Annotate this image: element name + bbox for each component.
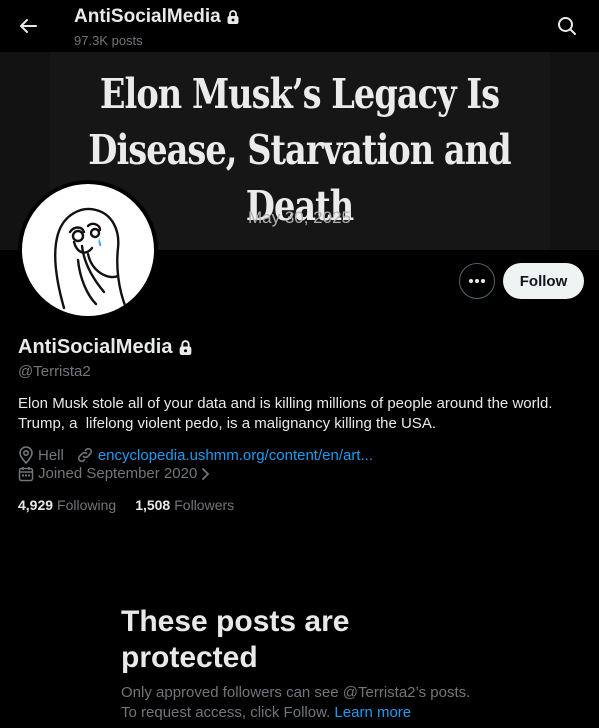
- profile-name-text: AntiSocialMedia: [18, 336, 173, 358]
- followers-count[interactable]: 1,508 Followers: [135, 497, 234, 513]
- location-text: Hell: [38, 446, 64, 464]
- website-link[interactable]: encyclopedia.ushmm.org/content/en/art...: [98, 447, 373, 464]
- back-button[interactable]: [14, 12, 42, 40]
- protected-title-line2: protected: [121, 641, 258, 674]
- post-count: 97.3K posts: [74, 33, 143, 48]
- protected-title-line1: These posts are: [121, 605, 350, 638]
- protected-message: Only approved followers can see @Terrist…: [121, 683, 541, 723]
- header-title: AntiSocialMedia: [74, 6, 240, 28]
- avatar-image: [22, 184, 154, 316]
- more-horizontal-icon: [469, 279, 485, 283]
- search-icon: [558, 17, 576, 35]
- avatar-drawing: [53, 207, 128, 310]
- learn-more-link[interactable]: Learn more: [334, 704, 411, 721]
- website-item[interactable]: encyclopedia.ushmm.org/content/en/art...: [76, 446, 373, 464]
- follow-button[interactable]: Follow: [503, 263, 584, 299]
- profile-meta: Hell encyclopedia.ushmm.org/content/en/a…: [18, 446, 385, 464]
- banner-headline-line1: Elon Musk’s Legacy Is: [99, 70, 500, 118]
- protected-message-line2: To request access, click Follow. Learn m…: [121, 703, 541, 723]
- location-item: Hell: [18, 446, 64, 464]
- header-title-text: AntiSocialMedia: [74, 6, 221, 27]
- followers-label: Followers: [174, 497, 235, 513]
- lock-icon: [180, 340, 192, 355]
- following-label: Following: [57, 497, 117, 513]
- location-pin-icon: [19, 446, 33, 464]
- more-options-button[interactable]: [459, 263, 495, 299]
- joined-item[interactable]: Joined September 2020: [18, 465, 211, 482]
- joined-row: Joined September 2020: [18, 465, 223, 482]
- profile-bio: Elon Musk stole all of your data and is …: [18, 395, 553, 432]
- calendar-icon: [18, 466, 34, 481]
- top-bar: AntiSocialMedia 97.3K posts: [0, 0, 599, 52]
- profile-handle: @Terrista2: [18, 363, 91, 380]
- following-count[interactable]: 4,929 Following: [18, 497, 116, 513]
- protected-message-line2-text: To request access, click Follow.: [121, 704, 331, 721]
- lock-icon: [227, 10, 239, 24]
- arrow-left-icon: [20, 19, 37, 33]
- protected-message-line1: Only approved followers can see @Terrist…: [121, 684, 471, 701]
- link-icon: [77, 447, 92, 463]
- joined-text: Joined September 2020: [38, 465, 198, 482]
- follow-counts: 4,929 Following 1,508 Followers: [18, 497, 253, 513]
- chevron-right-icon: [202, 467, 210, 480]
- avatar[interactable]: [18, 180, 158, 320]
- followers-number: 1,508: [135, 497, 171, 513]
- following-number: 4,929: [18, 497, 54, 513]
- search-button[interactable]: [555, 14, 579, 38]
- protected-title: These posts are protected: [121, 604, 501, 676]
- profile-name: AntiSocialMedia: [18, 336, 193, 359]
